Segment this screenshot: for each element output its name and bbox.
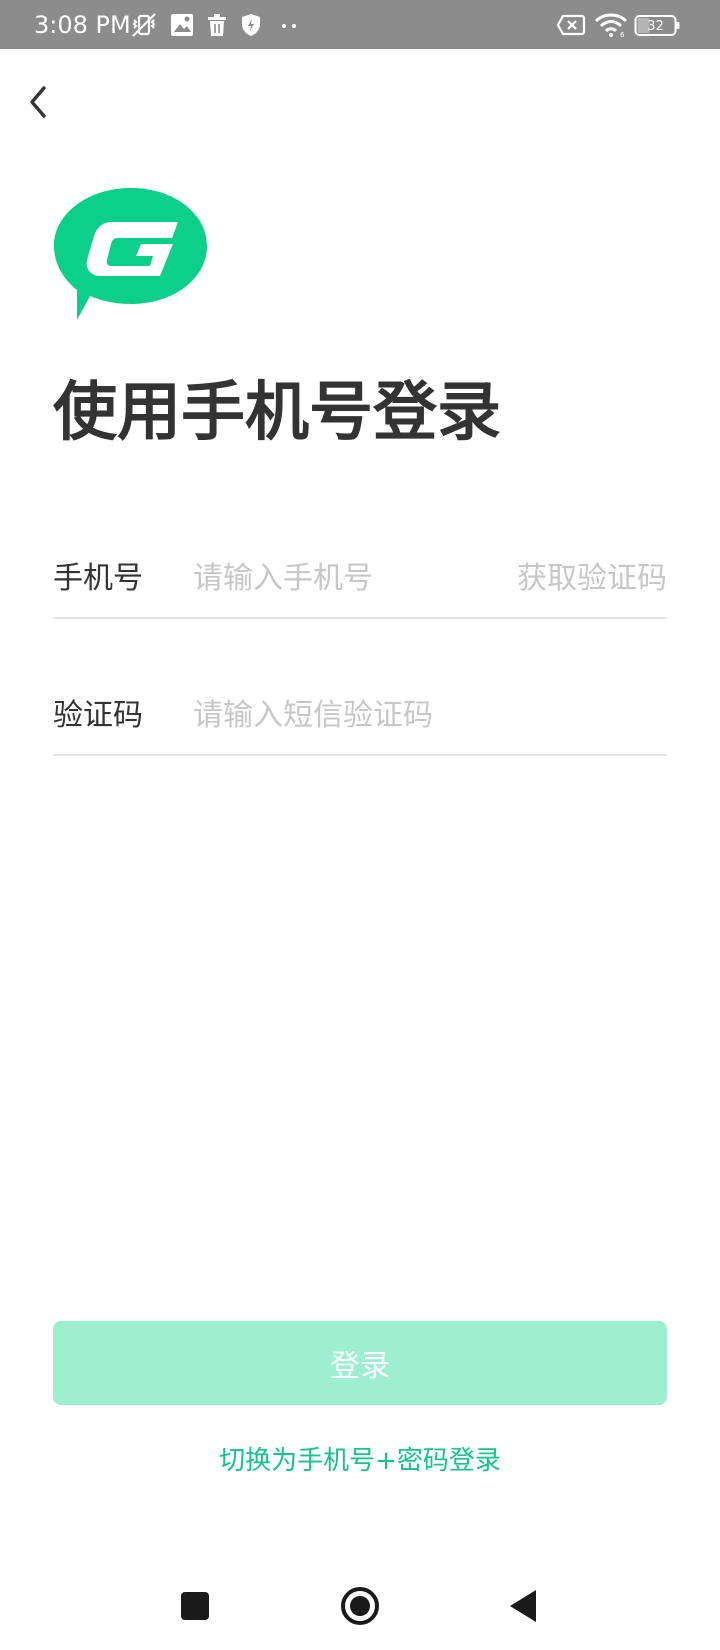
code-label: 验证码	[53, 698, 143, 733]
square-recents-icon	[181, 1592, 209, 1620]
more-dots-icon	[280, 12, 300, 38]
sms-code-input[interactable]	[193, 691, 493, 739]
wifi-icon: 6	[594, 12, 628, 38]
code-divider	[53, 754, 667, 756]
page-title: 使用手机号登录	[53, 376, 501, 450]
phone-row: 手机号 获取验证码	[53, 547, 667, 617]
phone-input[interactable]	[193, 554, 493, 602]
phone-divider	[53, 617, 667, 619]
get-code-button[interactable]: 获取验证码	[517, 559, 667, 599]
login-button[interactable]: 登录	[53, 1321, 667, 1405]
battery-level: 32	[647, 19, 664, 34]
vibrate-off-icon	[130, 12, 158, 38]
back-button[interactable]	[18, 78, 62, 126]
system-nav-bar	[0, 1560, 720, 1650]
recents-button[interactable]	[171, 1582, 219, 1630]
status-bar: 3:08 PM 6 32	[0, 0, 720, 49]
gallery-icon	[170, 12, 194, 38]
circle-home-icon	[341, 1587, 379, 1625]
trash-icon	[206, 12, 228, 38]
phone-label: 手机号	[53, 561, 143, 596]
home-button[interactable]	[336, 1582, 384, 1630]
chevron-left-icon	[30, 86, 46, 118]
status-time: 3:08 PM	[34, 11, 131, 39]
nav-back-button[interactable]	[500, 1582, 548, 1630]
app-logo	[52, 186, 210, 324]
triangle-back-icon	[510, 1590, 536, 1622]
sim-off-icon	[556, 12, 586, 38]
svg-text:6: 6	[620, 31, 625, 38]
shield-icon	[240, 12, 262, 38]
battery-icon: 32	[634, 12, 682, 38]
switch-to-password-login-link[interactable]: 切换为手机号+密码登录	[0, 1443, 720, 1479]
code-row: 验证码	[53, 684, 667, 754]
